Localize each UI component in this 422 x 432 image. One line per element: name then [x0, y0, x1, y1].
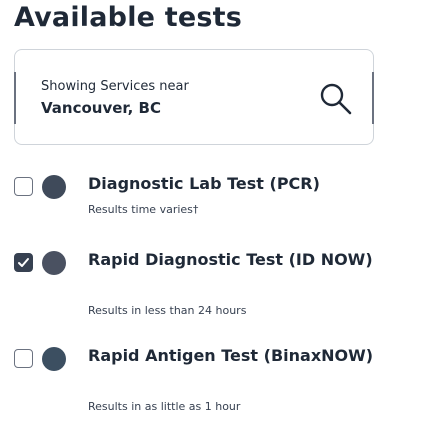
- test-name[interactable]: Diagnostic Lab Test (PCR): [88, 173, 408, 194]
- test-status-dot: [42, 251, 66, 275]
- test-status-dot: [42, 347, 66, 371]
- test-checkbox-binaxnow[interactable]: [14, 349, 33, 368]
- test-description: Results in less than 24 hours: [88, 304, 247, 317]
- location-caption: Showing Services near: [41, 79, 189, 94]
- location-city[interactable]: Vancouver, BC: [41, 99, 161, 117]
- location-search-box[interactable]: Showing Services near Vancouver, BC: [14, 49, 374, 145]
- test-name[interactable]: Rapid Diagnostic Test (ID NOW): [88, 249, 408, 270]
- test-checkbox-id-now[interactable]: [14, 253, 33, 272]
- box-right-accent: [372, 72, 374, 124]
- page-title: Available tests: [14, 2, 243, 33]
- test-checkbox-pcr[interactable]: [14, 177, 33, 196]
- checkmark-icon: [18, 258, 29, 267]
- search-icon: [320, 83, 352, 115]
- test-description: Results time varies†: [88, 203, 199, 216]
- test-status-dot: [42, 175, 66, 199]
- test-description: Results in as little as 1 hour: [88, 400, 241, 413]
- search-button[interactable]: [317, 80, 355, 118]
- test-name[interactable]: Rapid Antigen Test (BinaxNOW): [88, 345, 408, 366]
- box-left-accent: [14, 72, 16, 124]
